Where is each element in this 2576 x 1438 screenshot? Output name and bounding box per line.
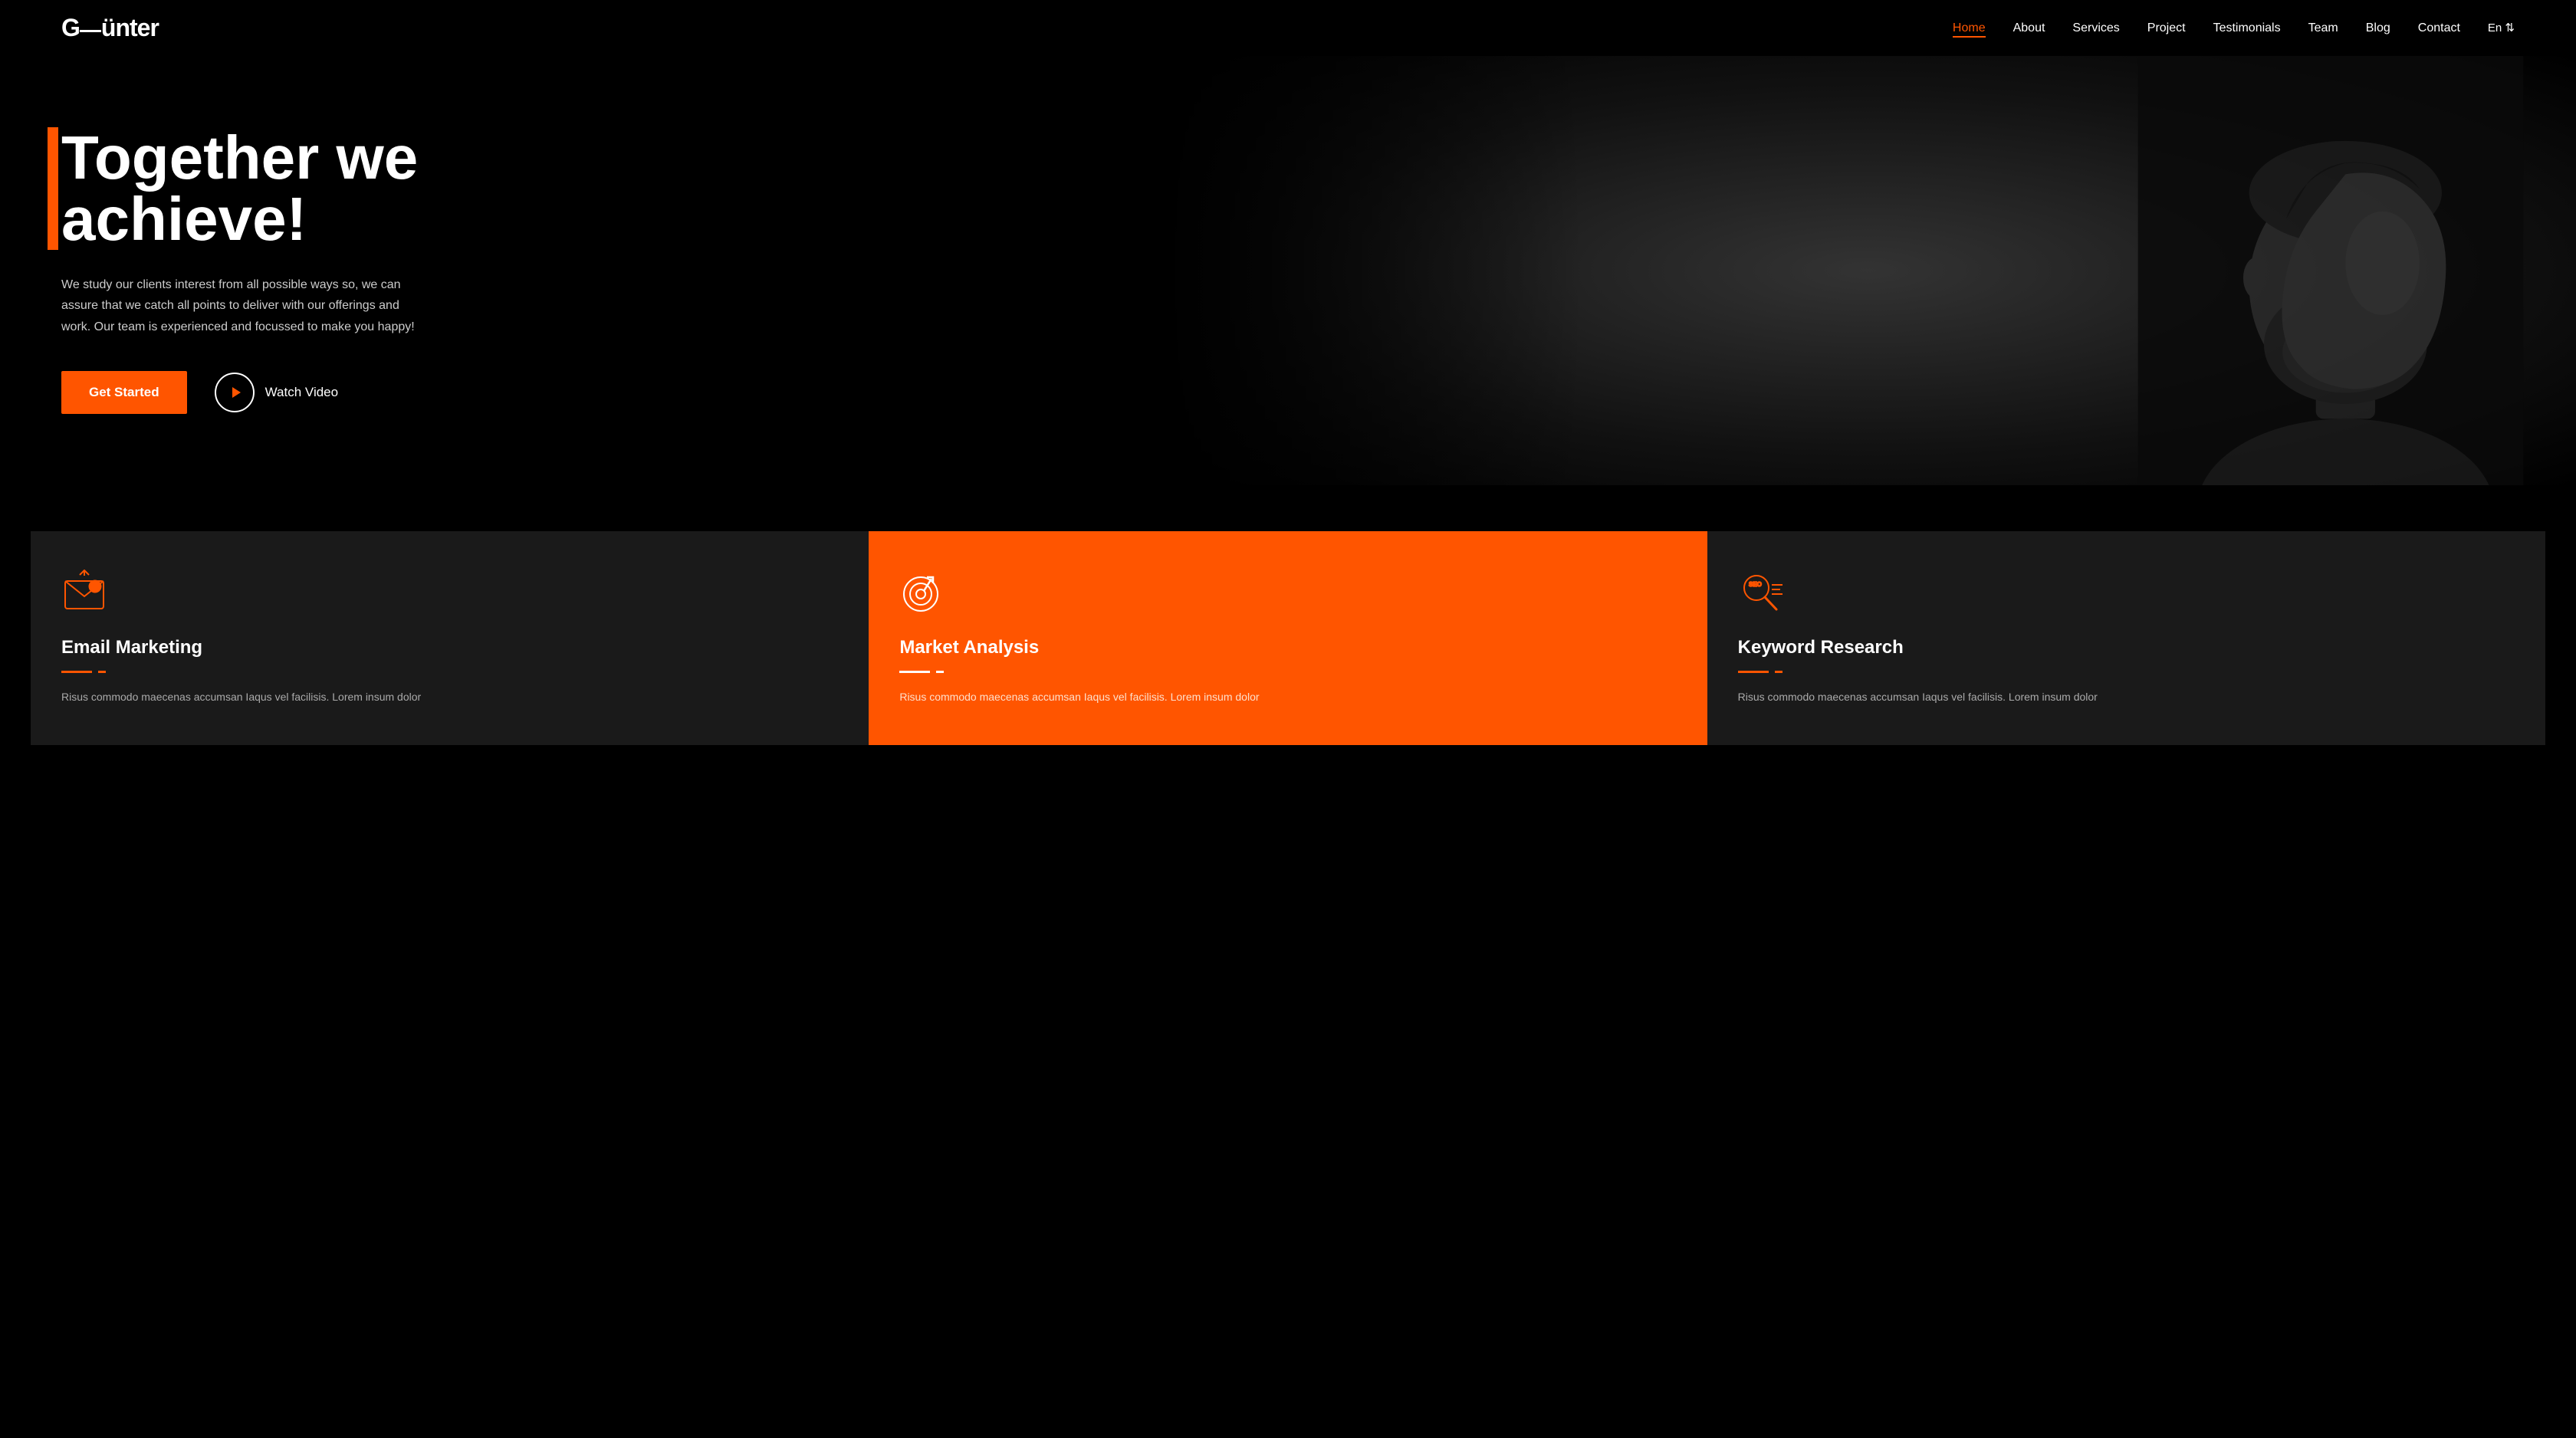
service-title-email: Email Marketing	[61, 637, 838, 658]
nav-team[interactable]: Team	[2308, 21, 2338, 34]
service-divider-market	[899, 671, 930, 673]
service-card-keyword-research: SEO Keyword Research Risus commodo maece…	[1707, 531, 2545, 745]
get-started-button[interactable]: Get Started	[61, 371, 187, 414]
logo[interactable]: Günter	[61, 14, 159, 42]
hero-title: Together weachieve!	[61, 127, 429, 250]
nav-links: Home About Services Project Testimonials…	[1953, 21, 2515, 35]
nav-project[interactable]: Project	[2147, 21, 2186, 34]
nav-services[interactable]: Services	[2072, 21, 2119, 34]
service-text-market: Risus commodo maecenas accumsan Iaqus ve…	[899, 688, 1676, 707]
watch-video-button[interactable]: Watch Video	[215, 373, 338, 412]
nav-home[interactable]: Home	[1953, 21, 1986, 38]
market-analysis-icon	[899, 570, 945, 616]
service-divider-keyword	[1738, 671, 1769, 673]
service-card-email-marketing: $ Email Marketing Risus commodo maecenas…	[31, 531, 869, 745]
svg-text:SEO: SEO	[1749, 581, 1762, 588]
hero-content: Together weachieve! We study our clients…	[0, 81, 491, 460]
nav-testimonials[interactable]: Testimonials	[2213, 21, 2281, 34]
service-text-email: Risus commodo maecenas accumsan Iaqus ve…	[61, 688, 838, 707]
play-icon	[215, 373, 255, 412]
service-divider-email	[61, 671, 92, 673]
svg-text:$: $	[93, 583, 97, 591]
service-card-market-analysis: Market Analysis Risus commodo maecenas a…	[869, 531, 1707, 745]
services-section: $ Email Marketing Risus commodo maecenas…	[0, 531, 2576, 745]
service-title-market: Market Analysis	[899, 637, 1676, 658]
lang-selector[interactable]: En ⇅	[2488, 21, 2515, 34]
nav-contact[interactable]: Contact	[2418, 21, 2460, 34]
keyword-research-icon: SEO	[1738, 570, 1784, 616]
title-accent-bar	[48, 127, 58, 250]
nav-about[interactable]: About	[2013, 21, 2045, 34]
nav-blog[interactable]: Blog	[2366, 21, 2390, 34]
service-title-keyword: Keyword Research	[1738, 637, 2515, 658]
watch-video-label: Watch Video	[265, 385, 338, 400]
hero-portrait	[2131, 56, 2530, 485]
email-marketing-icon: $	[61, 570, 107, 616]
navbar: Günter Home About Services Project Testi…	[0, 0, 2576, 56]
hero-title-text: Together weachieve!	[61, 123, 418, 253]
service-text-keyword: Risus commodo maecenas accumsan Iaqus ve…	[1738, 688, 2515, 707]
hero-section: Together weachieve! We study our clients…	[0, 56, 2576, 485]
hero-actions: Get Started Watch Video	[61, 371, 429, 414]
hero-image	[1159, 56, 2576, 485]
hero-subtitle: We study our clients interest from all p…	[61, 274, 429, 337]
